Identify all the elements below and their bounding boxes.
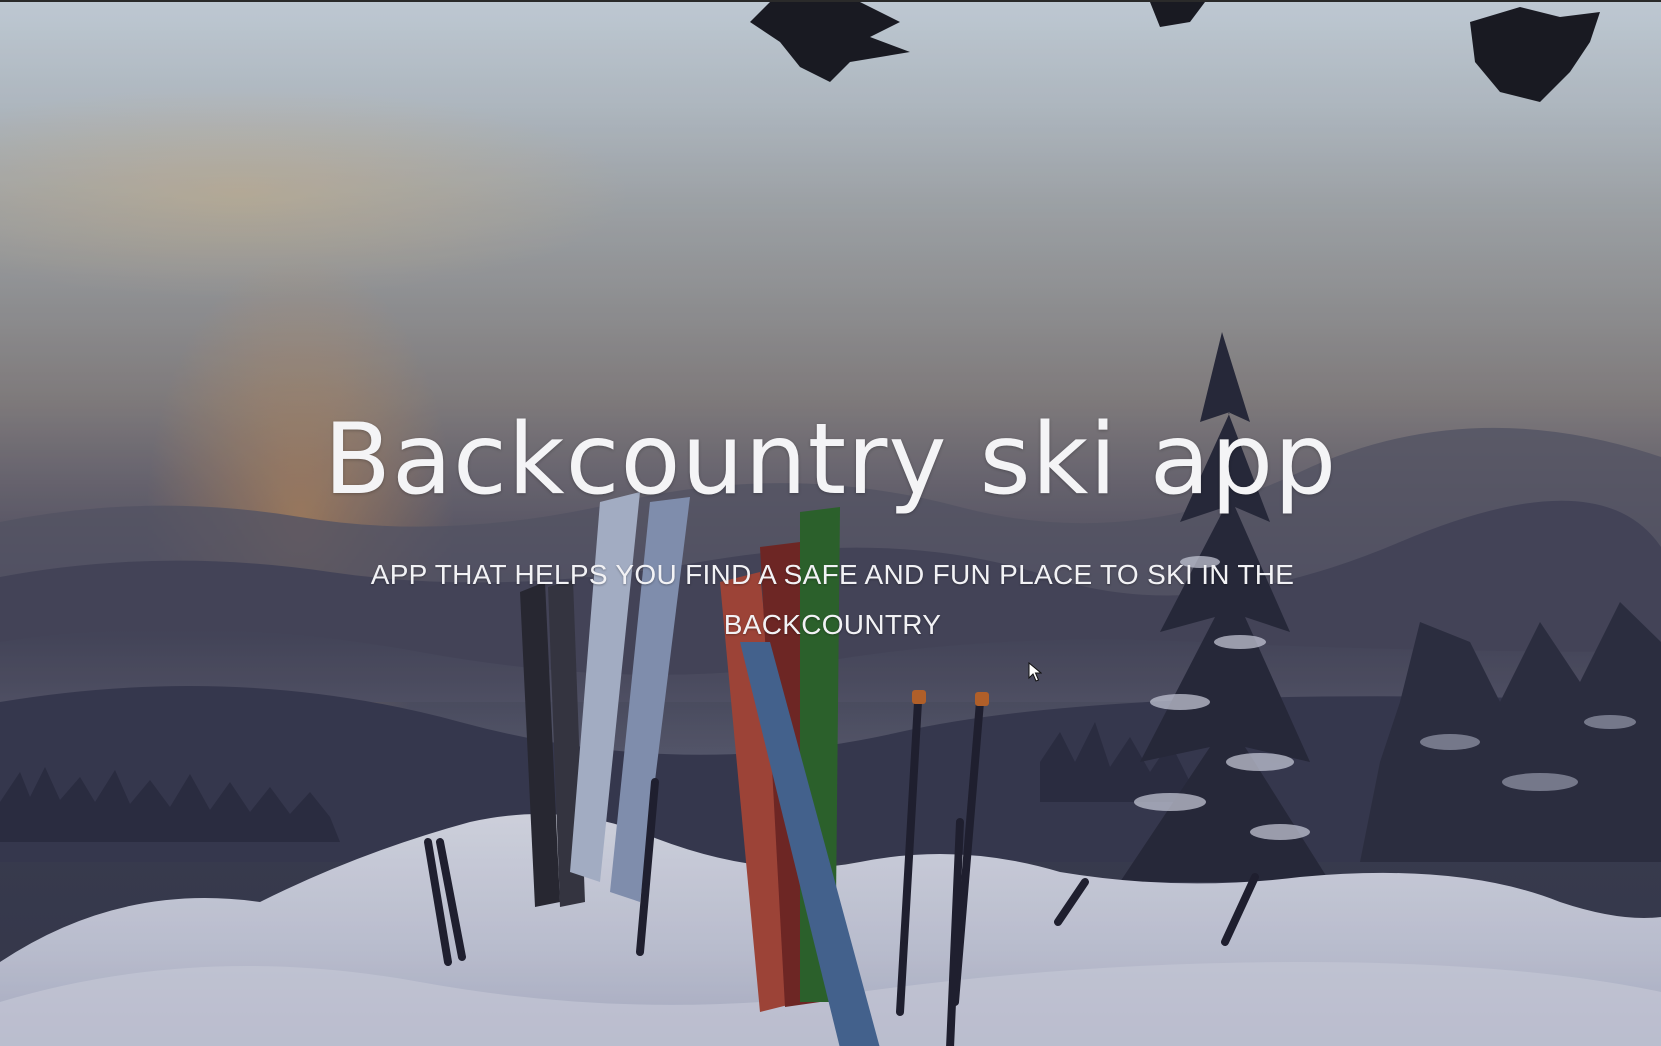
- hero-title: Backcountry ski app: [323, 403, 1338, 517]
- hero-background-image: [0, 2, 1661, 1046]
- hero-subtitle: APP THAT HELPS YOU FIND A SAFE AND FUN P…: [370, 559, 1295, 640]
- hero-section: Backcountry ski app APP THAT HELPS YOU F…: [0, 0, 1661, 1046]
- mouse-pointer-icon: [1028, 662, 1042, 682]
